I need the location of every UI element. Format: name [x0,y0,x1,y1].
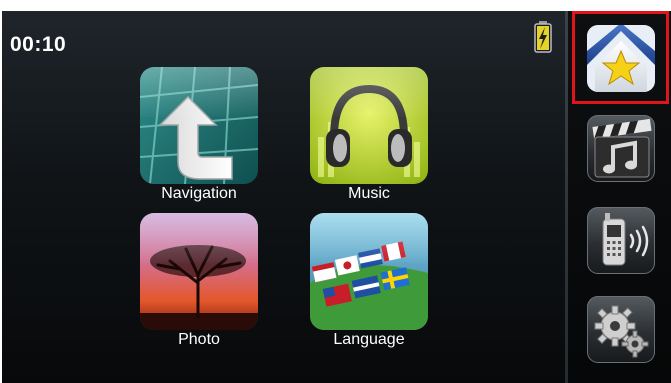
sidebar-item-media[interactable] [587,115,655,182]
settings-gears-icon [594,305,649,358]
app-photo[interactable]: Photo [140,213,258,373]
main-menu-area: 00:10 Navigation Music Photo Language [2,11,565,383]
app-label: Music [348,185,390,202]
home-favorite-icon [587,25,655,92]
sidebar-item-phone[interactable] [587,207,655,274]
app-label: Navigation [161,185,237,202]
sidebar-item-home[interactable] [587,25,655,92]
media-clapper-music-icon [592,118,652,178]
app-language[interactable]: Language [310,213,428,373]
flags-icon [310,213,428,330]
device-screen: 00:10 Navigation Music Photo Language [2,11,671,383]
app-navigation[interactable]: Navigation [140,67,258,227]
app-label: Photo [178,331,220,348]
sidebar-item-settings[interactable] [587,296,655,363]
sunset-tree-icon [140,213,258,330]
headphones-icon [310,67,428,184]
navigation-icon [140,67,258,184]
phone-bluetooth-icon [602,213,649,266]
clock: 00:10 [10,33,67,56]
app-label: Language [333,331,405,348]
sidebar [568,11,671,383]
app-music[interactable]: Music [310,67,428,227]
battery-charging-icon [534,21,552,53]
